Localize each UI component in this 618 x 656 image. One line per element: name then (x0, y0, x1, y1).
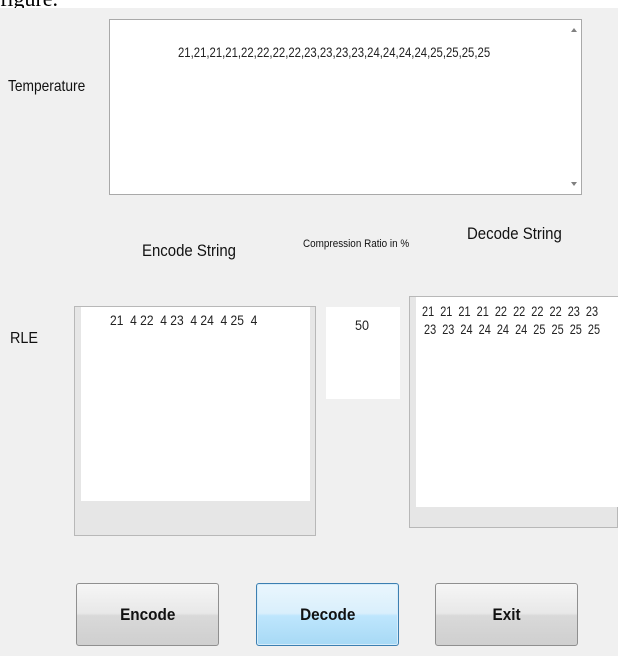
rle-label: RLE (10, 330, 41, 348)
exit-button[interactable]: Exit (435, 583, 578, 646)
temperature-label: Temperature (8, 78, 98, 96)
decode-button-label: Decode (299, 604, 356, 624)
decode-string-heading-text: Decode String (467, 224, 562, 243)
temperature-scrollbar[interactable] (567, 20, 581, 194)
compression-ratio-value: 50 (355, 317, 371, 333)
encode-output-value: 21 4 22 4 23 4 24 4 25 4 (110, 312, 281, 328)
decode-output-frame: 21 21 21 21 22 22 22 22 23 23 23 23 24 2… (409, 296, 618, 528)
decode-output-line-1-text: 21 21 21 21 22 22 22 22 23 23 (422, 303, 599, 319)
temperature-value: 21,21,21,21,22,22,22,22,23,23,23,23,24,2… (178, 44, 563, 60)
compression-ratio-box[interactable]: 50 (326, 307, 400, 399)
exit-button-label: Exit (492, 604, 521, 624)
compression-ratio-heading-text: Compression Ratio in % (303, 238, 410, 250)
encode-string-heading-text: Encode String (142, 241, 236, 260)
encode-button-label: Encode (119, 604, 176, 624)
decode-output-line-2-text: 23 23 24 24 24 24 25 25 25 25 (424, 321, 601, 337)
encode-string-heading: Encode String (142, 241, 249, 261)
temperature-textarea[interactable]: 21,21,21,21,22,22,22,22,23,23,23,23,24,2… (109, 19, 582, 195)
decode-string-heading: Decode String (467, 224, 575, 244)
compression-ratio-value-text: 50 (355, 317, 370, 333)
rle-label-text: RLE (10, 330, 39, 347)
encode-output-value-text: 21 4 22 4 23 4 24 4 25 4 (110, 312, 258, 328)
decode-button[interactable]: Decode (256, 583, 399, 646)
decode-output-textarea[interactable]: 21 21 21 21 22 22 22 22 23 23 23 23 24 2… (416, 297, 618, 507)
temperature-label-text: Temperature (8, 78, 86, 95)
scroll-up-icon[interactable] (571, 28, 577, 32)
encode-output-textarea[interactable]: 21 4 22 4 23 4 24 4 25 4 (81, 307, 310, 501)
clipped-caption-text: figure. (0, 0, 58, 8)
decode-output-line-2: 23 23 24 24 24 24 25 25 25 25 (424, 321, 618, 337)
temperature-value-text: 21,21,21,21,22,22,22,22,23,23,23,23,24,2… (178, 44, 491, 60)
encode-output-frame: 21 4 22 4 23 4 24 4 25 4 (74, 306, 316, 536)
compression-ratio-heading: Compression Ratio in % (303, 238, 421, 250)
clipped-caption: figure. (0, 0, 618, 8)
encode-button[interactable]: Encode (76, 583, 219, 646)
decode-output-line-1: 21 21 21 21 22 22 22 22 23 23 (422, 303, 618, 319)
scroll-down-icon[interactable] (571, 182, 577, 186)
